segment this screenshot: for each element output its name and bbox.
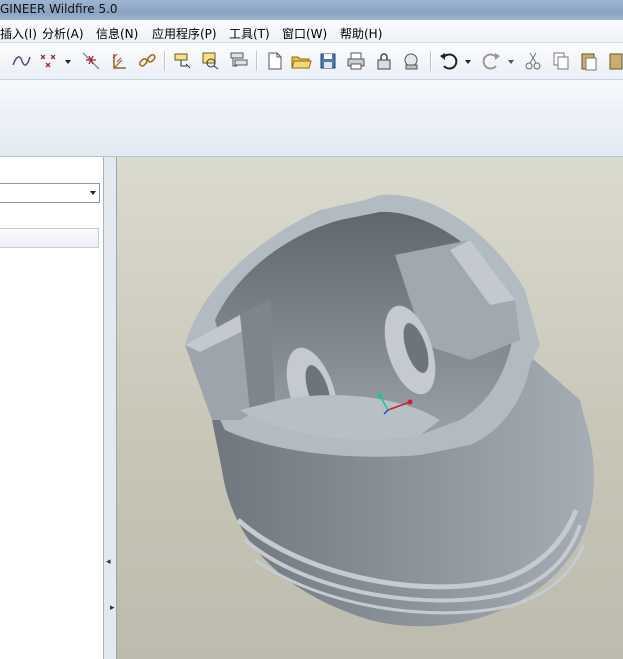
redo-icon[interactable] bbox=[480, 50, 502, 72]
menu-window[interactable]: 窗口(W) bbox=[282, 25, 327, 42]
collapse-left-icon[interactable]: ◂ bbox=[106, 557, 111, 567]
secondary-toolbar bbox=[0, 80, 623, 157]
dropdown-arrow-icon[interactable] bbox=[462, 50, 474, 72]
copy-icon[interactable] bbox=[550, 50, 572, 72]
toolbar-separator bbox=[164, 51, 166, 71]
datum-point-icon[interactable] bbox=[38, 50, 60, 72]
tree-column-header[interactable] bbox=[0, 228, 99, 248]
menu-analysis[interactable]: 分析(A) bbox=[42, 25, 84, 42]
lock-icon[interactable] bbox=[373, 50, 395, 72]
new-file-icon[interactable] bbox=[264, 50, 286, 72]
title-bar: GINEER Wildfire 5.0 bbox=[0, 0, 623, 20]
layer-tree-icon[interactable] bbox=[172, 50, 194, 72]
settings-tree-icon[interactable] bbox=[228, 50, 250, 72]
open-folder-icon[interactable] bbox=[290, 50, 312, 72]
graphics-viewport[interactable] bbox=[117, 157, 623, 659]
chevron-down-icon[interactable] bbox=[90, 191, 96, 195]
expand-right-icon[interactable]: ▸ bbox=[110, 603, 115, 613]
menu-help[interactable]: 帮助(H) bbox=[340, 25, 382, 42]
paste-icon[interactable] bbox=[578, 50, 600, 72]
print-icon[interactable] bbox=[345, 50, 367, 72]
menu-tools[interactable]: 工具(T) bbox=[229, 25, 270, 42]
toolbar-separator bbox=[430, 51, 432, 71]
menu-info[interactable]: 信息(N) bbox=[96, 25, 138, 42]
dropdown-arrow-icon[interactable] bbox=[505, 50, 517, 72]
paste-special-icon[interactable] bbox=[606, 50, 623, 72]
navigator-dropdown[interactable] bbox=[0, 183, 100, 203]
window-title: GINEER Wildfire 5.0 bbox=[0, 2, 118, 16]
save-icon[interactable] bbox=[317, 50, 339, 72]
cut-icon[interactable] bbox=[522, 50, 544, 72]
menu-applications[interactable]: 应用程序(P) bbox=[152, 25, 217, 42]
menu-bar: 插入(I) 分析(A) 信息(N) 应用程序(P) 工具(T) 窗口(W) 帮助… bbox=[0, 20, 623, 43]
coordinate-system-icon[interactable] bbox=[108, 50, 130, 72]
toolbar-separator bbox=[256, 51, 258, 71]
model-tree-icon[interactable] bbox=[200, 50, 222, 72]
undo-icon[interactable] bbox=[438, 50, 460, 72]
navigator-panel bbox=[0, 157, 104, 659]
sketch-curve-icon[interactable] bbox=[10, 50, 32, 72]
dropdown-arrow-icon[interactable] bbox=[62, 50, 74, 72]
link-icon[interactable] bbox=[136, 50, 158, 72]
piston-3d-model bbox=[185, 194, 594, 627]
panel-splitter[interactable]: ◂ ▸ bbox=[104, 157, 117, 659]
record-icon[interactable] bbox=[400, 50, 422, 72]
menu-insert[interactable]: 插入(I) bbox=[0, 25, 37, 42]
datum-axis-icon[interactable] bbox=[80, 50, 102, 72]
main-toolbar bbox=[0, 43, 623, 80]
